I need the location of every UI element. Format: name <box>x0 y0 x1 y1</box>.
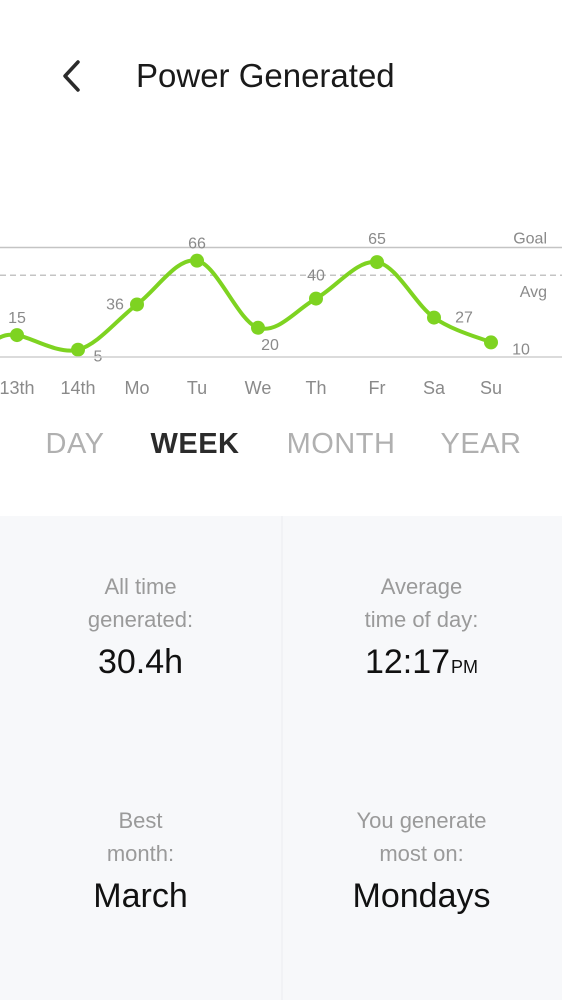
data-label: 36 <box>106 296 124 313</box>
x-tick-label: Su <box>480 378 502 398</box>
data-point <box>190 253 204 268</box>
data-label: 20 <box>261 337 279 354</box>
x-tick-label: We <box>245 378 272 398</box>
stats-panel: All time generated: 30.4h Average time o… <box>0 516 562 1000</box>
stat-value: March <box>93 877 188 915</box>
stat-average-time: Average time of day: 12:17PM <box>281 570 562 687</box>
data-point <box>251 320 265 335</box>
series-line <box>0 258 493 353</box>
data-point <box>71 342 85 357</box>
stat-all-time: All time generated: 30.4h <box>0 570 281 682</box>
data-label: 40 <box>307 268 325 285</box>
power-chart: GoalAvg 15536662040652710 13th 14th Mo Tu We… <box>0 231 562 398</box>
stat-value: 30.4h <box>97 643 184 681</box>
stat-time: 12:17 <box>364 643 451 681</box>
x-tick-label: Sa <box>423 378 446 398</box>
tab-day[interactable]: DAY <box>46 428 105 461</box>
data-point <box>427 310 441 325</box>
x-tick-label: Mo <box>124 378 149 398</box>
data-point <box>130 297 144 312</box>
stat-label: All time <box>104 574 177 599</box>
data-point <box>484 335 498 350</box>
data-label: 66 <box>188 236 206 253</box>
stat-label: time of day: <box>364 607 479 632</box>
ref-label-avg: Avg <box>520 284 547 301</box>
stat-label: month: <box>106 841 175 866</box>
data-label: 65 <box>368 231 386 248</box>
stat-best-month: Best month: March <box>0 804 281 916</box>
x-tick-label: Fr <box>369 378 386 398</box>
stat-label: You generate <box>356 808 487 833</box>
tab-year[interactable]: YEAR <box>441 428 522 461</box>
stat-label: generated: <box>87 607 194 632</box>
x-tick-label: 14th <box>60 378 95 398</box>
x-tick-label: Tu <box>187 378 207 398</box>
page-title: Power Generated <box>136 57 395 94</box>
stat-time-unit: PM <box>451 657 479 677</box>
period-tabs: DAY WEEK MONTH YEAR <box>0 428 562 478</box>
tab-week[interactable]: WEEK <box>151 428 240 461</box>
data-label: 15 <box>8 310 26 327</box>
x-tick-label: 13th <box>0 378 35 398</box>
ref-label-goal: Goal <box>513 231 547 248</box>
stat-label: Best <box>118 808 163 833</box>
stat-value: Mondays <box>352 877 491 915</box>
data-point <box>10 328 24 343</box>
back-button[interactable] <box>52 56 92 96</box>
data-point <box>370 255 384 270</box>
stat-value: 12:17PM <box>281 642 562 687</box>
stat-most-on: You generate most on: Mondays <box>281 804 562 916</box>
chevron-left-icon <box>63 60 80 92</box>
data-point <box>309 291 323 306</box>
stat-label: Average <box>380 574 463 599</box>
data-label: 10 <box>512 341 530 358</box>
x-tick-label: Th <box>305 378 326 398</box>
stat-label: most on: <box>379 841 464 866</box>
tab-month[interactable]: MONTH <box>287 428 396 461</box>
data-label: 27 <box>455 310 473 327</box>
